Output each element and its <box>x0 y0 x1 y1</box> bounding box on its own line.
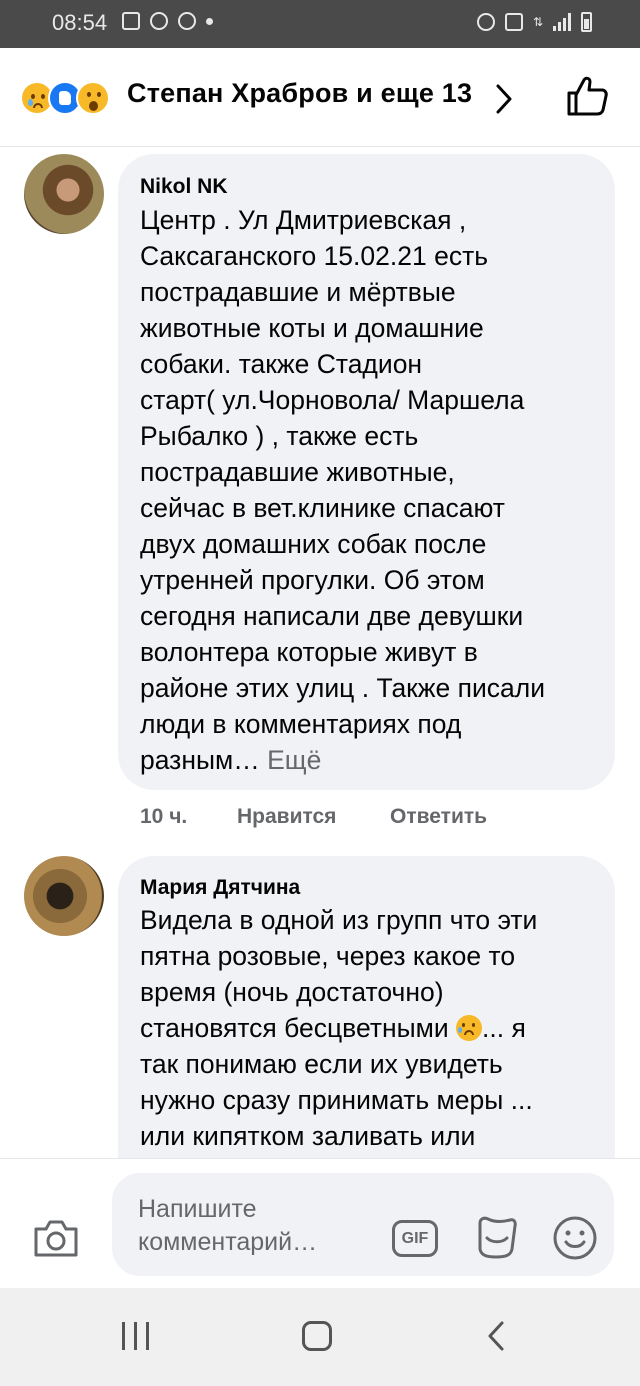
comment-text: Центр . Ул Дмитриевская , Саксаганского … <box>140 205 546 775</box>
recent-apps-icon[interactable] <box>122 1322 149 1350</box>
viber-icon <box>178 12 196 30</box>
comment-time: 10 ч. <box>140 805 188 828</box>
reaction-emojis <box>20 81 110 115</box>
like-outline-icon[interactable] <box>565 75 609 117</box>
comments-sheet: Степан Храбров и еще 13 Nikol NK Центр .… <box>0 48 640 1386</box>
comment-placeholder: Напишите комментарий… <box>138 1195 318 1256</box>
alarm-icon <box>476 13 495 31</box>
comment-text: Видела в одной из групп что эти пятна ро… <box>140 905 538 1151</box>
back-icon[interactable] <box>486 1320 506 1352</box>
home-icon[interactable] <box>302 1321 332 1351</box>
comment-composer: Напишите комментарий… GIF <box>0 1158 640 1289</box>
notification-dot-icon <box>206 17 213 25</box>
sticker-icon[interactable] <box>472 1213 520 1261</box>
signal-icon <box>553 13 571 31</box>
avatar[interactable] <box>24 856 104 936</box>
data-icon: ⇅ <box>532 15 543 29</box>
comment-input[interactable]: Напишите комментарий… GIF <box>112 1173 614 1276</box>
emoji-icon[interactable] <box>552 1215 598 1261</box>
comment-author[interactable]: Мария Дятчина <box>140 876 300 900</box>
chevron-right-icon[interactable] <box>494 83 514 115</box>
wow-emoji-icon <box>76 81 110 115</box>
avatar[interactable] <box>24 154 104 234</box>
comment-author[interactable]: Nikol NK <box>140 175 228 199</box>
gallery-icon <box>122 12 140 30</box>
like-comment-button[interactable]: Нравится <box>237 805 336 829</box>
lock-icon <box>504 13 523 31</box>
reactions-bar[interactable]: Степан Храбров и еще 13 <box>0 48 640 147</box>
comment-bubble: Nikol NK Центр . Ул Дмитриевская , Сакса… <box>118 154 615 790</box>
system-nav-bar <box>0 1288 640 1386</box>
camera-icon[interactable] <box>32 1217 80 1259</box>
gif-button[interactable]: GIF <box>392 1220 438 1257</box>
facebook-icon <box>150 12 168 30</box>
battery-icon <box>581 12 592 32</box>
sad-emoji-icon <box>456 1015 483 1041</box>
status-bar: 08:54 ⇅ <box>0 0 640 48</box>
reply-button[interactable]: Ответить <box>390 805 487 829</box>
reactions-summary[interactable]: Степан Храбров и еще 13 <box>127 78 472 109</box>
status-time: 08:54 <box>52 10 108 35</box>
see-more-link[interactable]: Ещё <box>267 745 321 775</box>
